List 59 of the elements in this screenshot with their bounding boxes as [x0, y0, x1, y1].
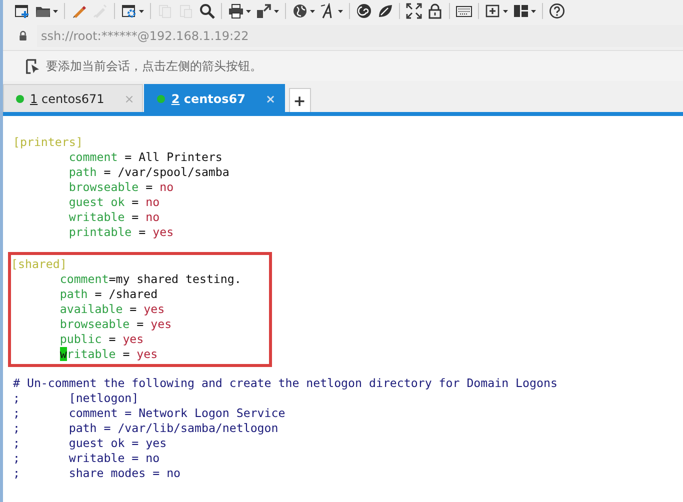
tab-label: 2 centos67 — [171, 92, 246, 106]
code-line: # Un-comment the following and create the netlogon directory for Domain Logons — [13, 376, 558, 390]
hint-text: 要添加当前会话，点击左侧的箭头按钮。 — [46, 58, 262, 74]
code-line: printable = yes — [68, 225, 174, 239]
toolbar-button[interactable] — [354, 1, 374, 21]
globe-icon — [292, 3, 308, 19]
code-line: [shared] — [11, 257, 67, 271]
caret-icon — [246, 10, 251, 12]
caret-icon — [338, 10, 343, 12]
caret-icon — [310, 10, 315, 12]
toolbar-button[interactable] — [318, 1, 345, 21]
code-line: comment=my shared testing. — [60, 272, 242, 286]
code-line: browseable = no — [68, 180, 174, 194]
transfer-icon — [256, 3, 272, 19]
lock-icon — [427, 3, 443, 19]
caret-icon — [274, 10, 279, 12]
code-line: ; path = /var/lib/samba/netlogon — [13, 421, 278, 435]
code-line: ; comment = Network Logon Service — [13, 406, 286, 420]
code-line: writable = yes — [60, 347, 158, 361]
code-line: path = /var/spool/samba — [68, 165, 230, 179]
new-tab-button[interactable]: + — [288, 88, 311, 112]
code-line: ; guest ok = yes — [13, 436, 167, 450]
lock-icon — [17, 30, 29, 42]
help-icon — [549, 3, 565, 19]
toolbar-button[interactable] — [404, 1, 424, 21]
swirl-icon — [356, 3, 372, 19]
code-line: guest ok = no — [68, 195, 160, 209]
session-tab[interactable]: 1 centos671 × — [3, 84, 144, 112]
code-line: ; share modes = no — [13, 466, 181, 480]
search-icon — [199, 3, 215, 19]
tab-label: 1 centos671 — [30, 92, 104, 106]
code-line: public = yes — [60, 332, 144, 346]
caret-icon — [503, 10, 508, 12]
caret-icon — [53, 10, 58, 12]
session-tab[interactable]: 2 centos67 × — [144, 84, 285, 112]
close-tab-button[interactable]: × — [266, 92, 276, 106]
toolbar-button[interactable] — [197, 1, 217, 21]
arrow-icon — [25, 58, 40, 74]
code-line: [printers] — [13, 135, 83, 149]
caret-icon — [531, 10, 536, 12]
code-line: ; writable = no — [13, 451, 160, 465]
toolbar-button[interactable] — [226, 1, 253, 21]
address-field[interactable]: ssh://root:******@192.168.1.19:22 — [37, 25, 683, 47]
toolbar-button[interactable] — [547, 1, 567, 21]
code-line: writable = no — [68, 210, 160, 224]
code-line: comment = All Printers — [68, 150, 222, 164]
code-line: available = yes — [60, 302, 165, 316]
new-session-icon — [14, 3, 30, 19]
keyboard-icon — [456, 3, 472, 19]
leaf-icon — [377, 3, 393, 19]
code-line: browseable = yes — [60, 317, 172, 331]
caret-icon — [139, 10, 144, 12]
layout-icon — [513, 3, 529, 19]
code-line: path = /shared — [60, 287, 158, 301]
pen-icon — [71, 3, 87, 19]
printer-icon — [228, 3, 244, 19]
fullscreen-icon — [406, 3, 422, 19]
toolbar-button[interactable] — [254, 1, 281, 21]
code-line: ; [netlogon] — [13, 391, 139, 405]
